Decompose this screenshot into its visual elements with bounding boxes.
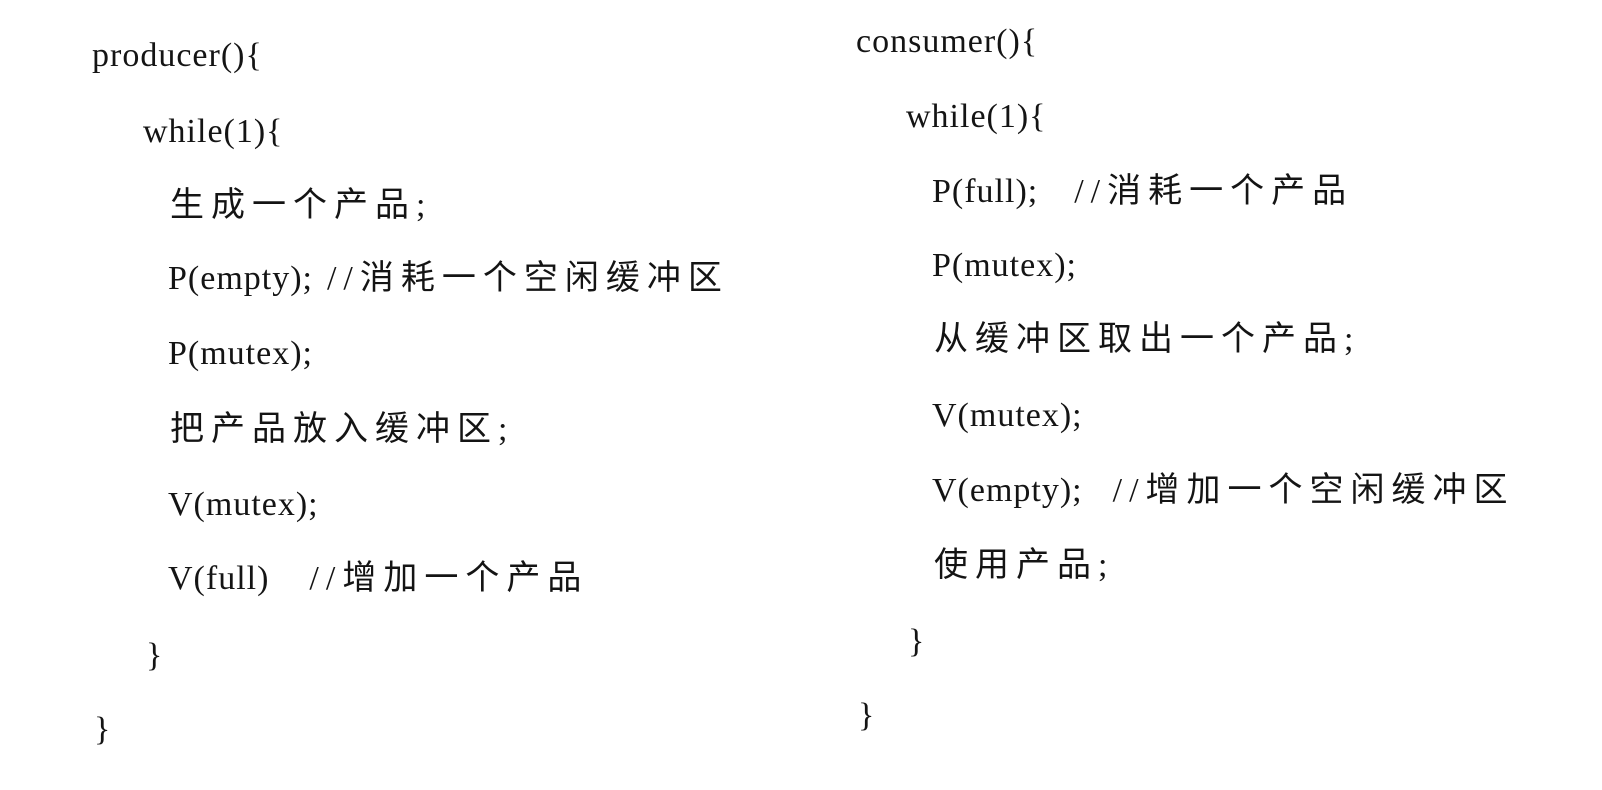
producer-line-p-empty: P(empty); //消耗一个空闲缓冲区 [168, 259, 729, 299]
producer-line-put: 把产品放入缓冲区; [170, 411, 515, 448]
consumer-close-func: } [858, 697, 876, 734]
consumer-header: consumer(){ [856, 23, 1039, 60]
producer-line-p-mutex: P(mutex); [168, 335, 313, 372]
producer-v-full-code: V(full) [168, 560, 270, 597]
consumer-p-full-code: P(full); [932, 173, 1039, 210]
consumer-line-v-mutex: V(mutex); [932, 397, 1083, 434]
consumer-line-p-full: P(full); //消耗一个产品 [932, 172, 1353, 212]
producer-line-v-mutex: V(mutex); [168, 486, 319, 523]
consumer-line-p-mutex: P(mutex); [932, 247, 1077, 284]
consumer-v-empty-comment: //增加一个空闲缓冲区 [1112, 472, 1515, 509]
consumer-v-empty-code: V(empty); [932, 472, 1083, 509]
consumer-line-take: 从缓冲区取出一个产品; [934, 321, 1361, 358]
producer-close-func: } [94, 711, 112, 748]
producer-p-empty-comment: //消耗一个空闲缓冲区 [326, 260, 729, 297]
consumer-while: while(1){ [906, 98, 1047, 135]
producer-line-generate: 生成一个产品; [170, 187, 433, 224]
consumer-line-v-empty: V(empty); //增加一个空闲缓冲区 [932, 471, 1515, 511]
producer-p-empty-code: P(empty); [168, 260, 313, 297]
consumer-line-use: 使用产品; [934, 547, 1115, 584]
producer-header: producer(){ [92, 37, 263, 74]
consumer-p-full-comment: //消耗一个产品 [1074, 173, 1354, 210]
producer-line-v-full: V(full) //增加一个产品 [168, 559, 588, 599]
producer-v-full-comment: //增加一个产品 [309, 560, 589, 597]
producer-while: while(1){ [143, 113, 284, 150]
consumer-close-while: } [908, 623, 926, 660]
producer-close-while: } [146, 637, 164, 674]
